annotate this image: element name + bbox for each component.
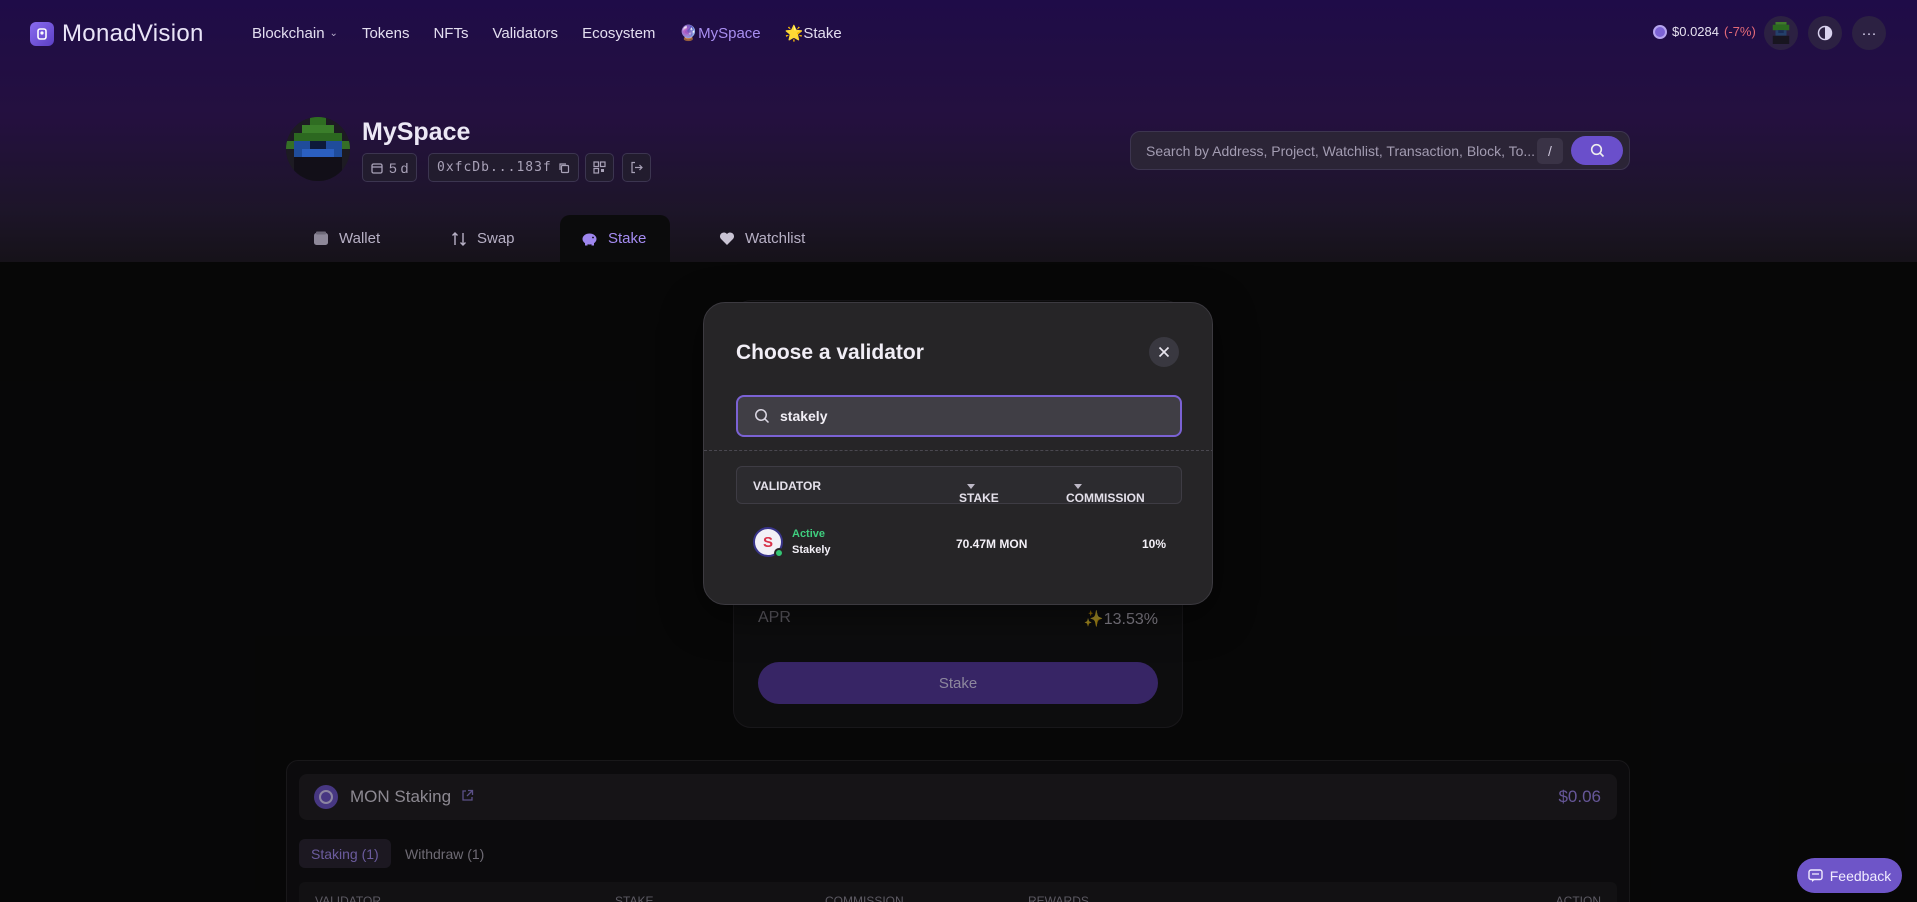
app-name: MonadVision bbox=[62, 20, 204, 47]
validator-row[interactable]: S Active Stakely 70.47M MON 10% bbox=[736, 515, 1182, 563]
global-search[interactable]: Search by Address, Project, Watchlist, T… bbox=[1130, 131, 1630, 170]
search-shortcut-key: / bbox=[1537, 137, 1563, 164]
nav-myspace[interactable]: 🔮MySpace bbox=[679, 24, 760, 42]
nav-validators[interactable]: Validators bbox=[492, 24, 558, 42]
qr-code-icon bbox=[593, 161, 606, 174]
price-value: $0.0284 bbox=[1672, 24, 1719, 39]
account-avatar-button[interactable] bbox=[1764, 16, 1798, 50]
validator-stake: 70.47M MON bbox=[956, 537, 1028, 551]
account-age-badge: 5 d bbox=[362, 153, 418, 182]
address-chip[interactable]: 0xfcDb...183f bbox=[428, 153, 579, 182]
close-icon bbox=[1158, 346, 1170, 358]
col-stake-sort[interactable]: STAKE bbox=[959, 479, 999, 505]
logo[interactable]: MonadVision bbox=[30, 20, 204, 48]
nav-tokens[interactable]: Tokens bbox=[362, 24, 410, 42]
search-input[interactable]: Search by Address, Project, Watchlist, T… bbox=[1146, 143, 1537, 159]
validator-status: Active bbox=[792, 528, 826, 540]
validator-commission: 10% bbox=[1141, 537, 1166, 551]
price-change: (-7%) bbox=[1724, 24, 1756, 39]
ellipsis-icon: ··· bbox=[1861, 24, 1877, 42]
pixel-avatar-icon bbox=[1772, 22, 1790, 44]
close-button[interactable] bbox=[1149, 337, 1179, 367]
search-button[interactable] bbox=[1571, 136, 1623, 165]
modal-title: Choose a validator bbox=[736, 341, 924, 364]
tab-watchlist-label: Watchlist bbox=[745, 230, 806, 247]
wallet-icon bbox=[314, 231, 328, 245]
tab-swap-label: Swap bbox=[477, 230, 515, 247]
tab-watchlist[interactable]: Watchlist bbox=[698, 215, 826, 262]
validator-name: Stakely bbox=[792, 544, 831, 556]
pixel-avatar-icon bbox=[286, 117, 350, 181]
validator-search-value: stakely bbox=[780, 408, 828, 424]
mon-token-icon bbox=[1653, 24, 1667, 39]
calendar-icon bbox=[371, 162, 383, 174]
col-stake-label: STAKE bbox=[959, 491, 999, 505]
more-menu-button[interactable]: ··· bbox=[1852, 16, 1886, 50]
search-icon bbox=[755, 409, 770, 424]
top-navigation: MonadVision Blockchain ⌄ Tokens NFTs Vali… bbox=[0, 0, 1917, 66]
tab-wallet[interactable]: Wallet bbox=[292, 215, 401, 262]
sort-caret-icon bbox=[1074, 484, 1082, 490]
col-commission-label: COMMISSION bbox=[1066, 491, 1145, 505]
nav-blockchain[interactable]: Blockchain ⌄ bbox=[252, 24, 338, 42]
chevron-down-icon: ⌄ bbox=[329, 27, 338, 39]
nav-nfts[interactable]: NFTs bbox=[433, 24, 468, 42]
piggy-bank-icon bbox=[582, 233, 597, 246]
feedback-button[interactable]: Feedback bbox=[1797, 858, 1902, 893]
col-validator: VALIDATOR bbox=[753, 479, 821, 493]
swap-icon bbox=[452, 231, 466, 246]
feedback-label: Feedback bbox=[1829, 867, 1892, 884]
profile-avatar bbox=[286, 117, 350, 181]
tab-wallet-label: Wallet bbox=[339, 230, 381, 247]
nav-stake[interactable]: 🌟Stake bbox=[785, 24, 842, 42]
choose-validator-modal: Choose a validator stakely VALIDATOR STA… bbox=[703, 302, 1213, 605]
heart-icon bbox=[719, 232, 735, 245]
validator-search-input[interactable]: stakely bbox=[736, 395, 1182, 437]
qr-code-button[interactable] bbox=[585, 153, 614, 182]
validator-table-header: VALIDATOR STAKE COMMISSION bbox=[736, 466, 1182, 505]
page-title: MySpace bbox=[362, 118, 471, 146]
mon-price[interactable]: $0.0284 (-7%) bbox=[1653, 24, 1756, 39]
col-commission-sort[interactable]: COMMISSION bbox=[1066, 479, 1145, 505]
account-age: 5 d bbox=[389, 159, 409, 176]
search-icon bbox=[1590, 143, 1604, 158]
main-nav: Blockchain ⌄ Tokens NFTs Validators Ecosy… bbox=[252, 24, 866, 43]
tab-stake-label: Stake bbox=[608, 230, 647, 247]
theme-toggle-button[interactable] bbox=[1808, 16, 1842, 50]
sort-caret-icon bbox=[967, 484, 975, 490]
feedback-icon bbox=[1808, 868, 1823, 882]
active-status-dot bbox=[774, 548, 784, 558]
nav-blockchain-label: Blockchain bbox=[252, 24, 325, 42]
monad-logo-icon bbox=[30, 22, 54, 46]
tab-swap[interactable]: Swap bbox=[430, 215, 536, 262]
copy-icon[interactable] bbox=[558, 162, 570, 174]
logout-icon bbox=[631, 161, 643, 174]
contrast-icon bbox=[1817, 25, 1833, 41]
tab-stake[interactable]: Stake bbox=[560, 215, 670, 262]
nav-ecosystem[interactable]: Ecosystem bbox=[582, 24, 655, 42]
logout-button[interactable] bbox=[622, 153, 651, 182]
wallet-address: 0xfcDb...183f bbox=[437, 160, 552, 175]
divider bbox=[704, 450, 1212, 451]
